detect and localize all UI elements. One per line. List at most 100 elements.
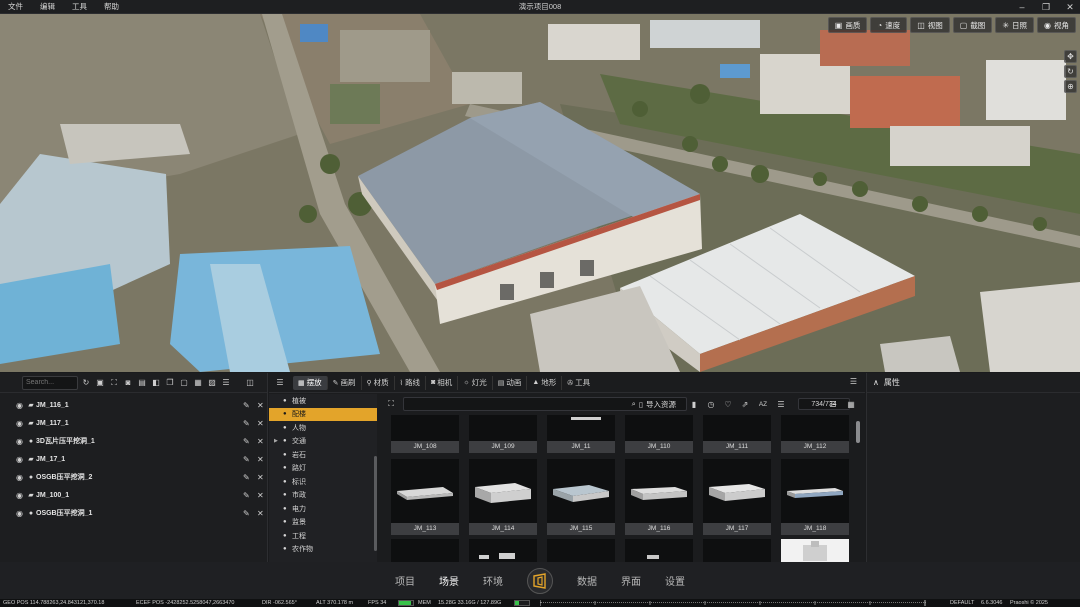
grid-icon[interactable]: ▦ — [192, 377, 204, 389]
asset-tile[interactable]: JM_118 — [781, 459, 849, 535]
square-icon[interactable]: ▢ — [178, 377, 190, 389]
list-view-icon[interactable]: ☰ — [827, 400, 839, 409]
edit-icon[interactable]: ✎ — [243, 437, 250, 446]
tab-tools[interactable]: ✇ 工具 — [562, 376, 595, 390]
nav-environment[interactable]: 环境 — [483, 573, 503, 588]
category-item[interactable]: ● 植被 — [269, 394, 377, 408]
tab-terrain[interactable]: ▲ 地形 — [527, 375, 563, 390]
focus-icon[interactable]: ▣ — [94, 377, 106, 389]
expand-arrow-icon[interactable]: ▶ — [274, 438, 278, 444]
visibility-icon[interactable]: ◉ — [16, 401, 26, 410]
menu-tools[interactable]: 工具 — [64, 1, 96, 12]
asset-tile[interactable] — [625, 539, 693, 562]
film-icon[interactable]: ▤ — [136, 377, 148, 389]
camera-view-button[interactable]: ◉ 视角 — [1037, 17, 1076, 33]
visibility-icon[interactable]: ◉ — [16, 437, 26, 446]
tab-light[interactable]: ☼ 灯光 — [458, 375, 493, 390]
outliner-item[interactable]: ◉ ● OSGB压平挖洞_2 ✎ ✕ — [0, 468, 267, 486]
grid-view-icon[interactable]: ▦ — [845, 400, 857, 409]
category-item[interactable]: ● 工程 — [269, 529, 377, 543]
tab-place[interactable]: ▦ 摆放 — [293, 375, 328, 390]
asset-tile[interactable] — [469, 539, 537, 562]
asset-tile[interactable]: JM_114 — [469, 459, 537, 535]
view-button[interactable]: ◫ 视图 — [910, 17, 950, 33]
nav-settings[interactable]: 设置 — [665, 573, 685, 588]
category-item[interactable]: ● 标识 — [269, 475, 377, 489]
category-item[interactable]: ● 人物 — [269, 421, 377, 435]
scene-viewport[interactable]: ▣ 画质 ◔ 速度 ◫ 视图 ▢ 截图 ✳ 日照 ◉ 视角 ✥ ↻ ⊕ — [0, 14, 1080, 372]
delete-icon[interactable]: ✕ — [257, 491, 264, 500]
category-item[interactable]: ● 农作物 — [269, 543, 377, 557]
delete-icon[interactable]: ✕ — [257, 473, 264, 482]
sort-az-icon[interactable]: AZ — [756, 401, 770, 408]
edit-icon[interactable]: ✎ — [243, 419, 250, 428]
quality-button[interactable]: ▣ 画质 — [827, 17, 868, 33]
node-icon[interactable]: ⛶ — [385, 399, 397, 409]
asset-tile[interactable] — [391, 539, 459, 562]
outliner-item[interactable]: ◉ ▰ JM_116_1 ✎ ✕ — [0, 396, 267, 414]
collapse-icon[interactable]: ∧ — [873, 378, 879, 387]
asset-tile[interactable]: JM_112 — [781, 415, 849, 453]
asset-tile[interactable]: JM_108 — [391, 415, 459, 453]
visibility-icon[interactable]: ◉ — [16, 455, 26, 464]
visibility-icon[interactable]: ◉ — [16, 491, 26, 500]
asset-tile[interactable]: JM_115 — [547, 459, 615, 535]
tab-animation[interactable]: ▤ 动画 — [493, 375, 528, 390]
tab-camera[interactable]: ◙ 相机 — [426, 375, 459, 390]
edit-icon[interactable]: ✎ — [243, 401, 250, 410]
tab-material[interactable]: ⚲ 材质 — [362, 375, 395, 390]
category-item[interactable]: ● 监景 — [269, 516, 377, 530]
camera-icon[interactable]: ◙ — [122, 377, 134, 389]
edit-icon[interactable]: ✎ — [243, 455, 250, 464]
edit-icon[interactable]: ✎ — [243, 473, 250, 482]
nav-project[interactable]: 项目 — [395, 573, 415, 588]
asset-scrollbar[interactable] — [856, 421, 860, 443]
asset-tile[interactable] — [547, 539, 615, 562]
speed-button[interactable]: ◔ 速度 — [870, 17, 908, 33]
delete-icon[interactable]: ✕ — [257, 455, 264, 464]
category-item[interactable]: ● 路灯 — [269, 462, 377, 476]
outliner-item[interactable]: ◉ ● 3D瓦片压平挖洞_1 ✎ ✕ — [0, 432, 267, 450]
visibility-icon[interactable]: ◉ — [16, 473, 26, 482]
outliner-item[interactable]: ◉ ▰ JM_100_1 ✎ ✕ — [0, 486, 267, 504]
layers-icon[interactable]: ◧ — [150, 377, 162, 389]
restore-icon[interactable]: ❐ — [1040, 0, 1052, 14]
category-item[interactable]: ▶ ● 交通 — [269, 435, 377, 449]
category-item[interactable]: ● 市政 — [269, 489, 377, 503]
asset-tile[interactable]: JM_116 — [625, 459, 693, 535]
heart-icon[interactable]: ♡ — [722, 400, 734, 409]
rotate-icon[interactable]: ↻ — [1064, 65, 1077, 78]
asset-tile[interactable]: JM_117 — [703, 459, 771, 535]
delete-icon[interactable]: ✕ — [257, 419, 264, 428]
tab-route[interactable]: ⌇ 路线 — [395, 375, 427, 390]
outliner-item[interactable]: ◉ ▰ JM_17_1 ✎ ✕ — [0, 450, 267, 468]
category-item[interactable]: ● 电力 — [269, 502, 377, 516]
delete-icon[interactable]: ✕ — [257, 401, 264, 410]
category-scrollbar[interactable] — [374, 456, 377, 551]
outliner-search-input[interactable] — [22, 375, 78, 390]
category-item[interactable]: ● 岩石 — [269, 448, 377, 462]
screenshot-button[interactable]: ▢ 截图 — [952, 17, 993, 33]
menu-file[interactable]: 文件 — [0, 1, 32, 12]
trash-icon[interactable]: ▮ — [688, 400, 700, 409]
visibility-icon[interactable]: ◉ — [16, 509, 26, 518]
outliner-item[interactable]: ◉ ● OSGB压平挖洞_1 ✎ ✕ — [0, 504, 267, 522]
external-link-icon[interactable]: ⇗ — [739, 400, 751, 409]
close-icon[interactable]: ✕ — [1064, 0, 1076, 14]
asset-tile[interactable] — [703, 539, 771, 562]
category-item[interactable]: ● 配楼 — [269, 407, 377, 421]
asset-tile[interactable]: JM_113 — [391, 459, 459, 535]
move-icon[interactable]: ✥ — [1064, 50, 1077, 63]
asset-tile[interactable]: JM_109 — [469, 415, 537, 453]
tab-brush[interactable]: ✎ 画刷 — [328, 375, 362, 390]
nav-data[interactable]: 数据 — [577, 573, 597, 588]
asset-tile[interactable] — [781, 539, 849, 562]
app-logo-icon[interactable] — [527, 567, 553, 594]
hamburger-icon[interactable]: ☰ — [273, 378, 287, 387]
delete-icon[interactable]: ✕ — [257, 437, 264, 446]
delete-icon[interactable]: ✕ — [257, 509, 264, 518]
import-resource-label[interactable]: 导入资源 — [646, 399, 676, 410]
asset-tile[interactable]: JM_11 — [547, 415, 615, 453]
asset-tile[interactable]: JM_110 — [625, 415, 693, 453]
sort-lines-icon[interactable]: ☰ — [775, 400, 787, 409]
